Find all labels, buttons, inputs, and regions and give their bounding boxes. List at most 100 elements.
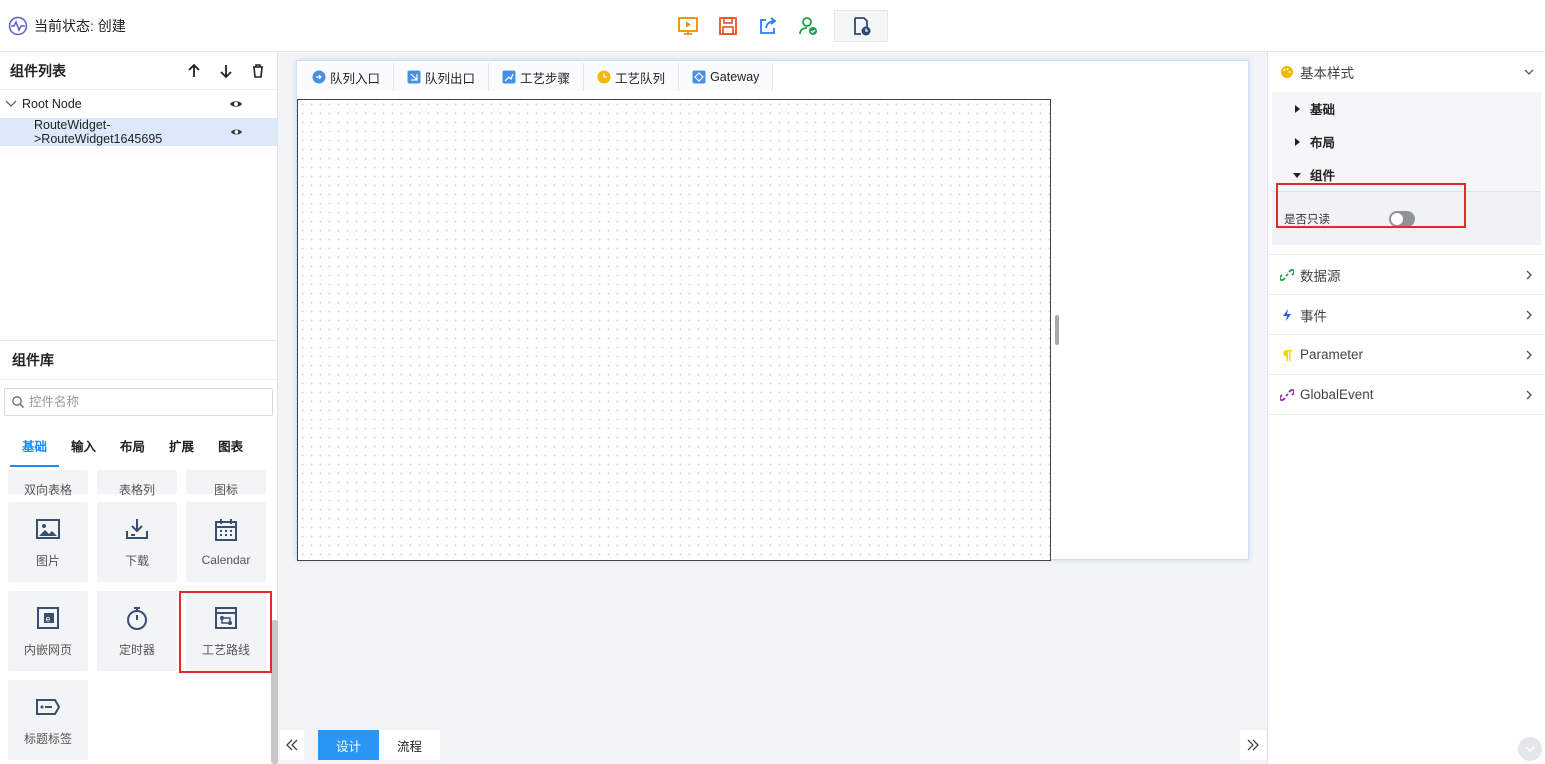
section-label: Parameter [1300, 347, 1364, 362]
collapse-left-button[interactable] [280, 730, 304, 760]
process-step-button[interactable]: 工艺步骤 [489, 63, 585, 91]
card-label: 下载 [124, 553, 149, 568]
trash-icon[interactable] [249, 62, 267, 80]
preview-button[interactable] [668, 10, 708, 42]
save-button[interactable] [708, 10, 748, 42]
section-events[interactable]: 事件 [1268, 295, 1545, 335]
component-card-image[interactable]: 图片 [8, 502, 88, 582]
subsection-label: 组件 [1310, 169, 1336, 183]
card-label: 图标 [213, 483, 238, 497]
process-queue-button[interactable]: 工艺队列 [584, 63, 680, 91]
section-label: GlobalEvent [1300, 387, 1374, 402]
subsection-layout[interactable]: 布局 [1272, 125, 1541, 158]
tree-row-root[interactable]: Root Node [0, 90, 277, 118]
queue-entry-icon [312, 70, 326, 84]
tree-row-route-widget[interactable]: RouteWidget->RouteWidget1645695 [0, 118, 277, 146]
section-parameter[interactable]: Parameter [1268, 335, 1545, 375]
component-list-header: 组件列表 [0, 52, 277, 90]
link-icon [1280, 388, 1294, 401]
eye-icon[interactable] [229, 97, 243, 111]
card-label: 图片 [35, 553, 60, 568]
component-card[interactable]: 表格列 [97, 470, 177, 497]
section-basic-style[interactable]: 基本样式 [1268, 52, 1545, 92]
subsection-label: 基础 [1310, 103, 1336, 117]
double-chevron-right-icon [1247, 739, 1259, 751]
component-card-title-label[interactable]: 标题标签 [8, 680, 88, 760]
card-label: 标题标签 [23, 731, 72, 746]
chevron-down-icon [1525, 746, 1535, 753]
button-label: 工艺队列 [615, 71, 666, 86]
section-label: 基本样式 [1300, 66, 1354, 81]
section-label: 事件 [1300, 308, 1327, 324]
card-label: 定时器 [118, 642, 155, 657]
component-card-timer[interactable]: 定时器 [97, 591, 177, 671]
component-card-calendar[interactable]: Calendar [186, 502, 266, 582]
link-icon [1280, 268, 1294, 281]
component-card-download[interactable]: 下载 [97, 502, 177, 582]
chevron-right-icon [1526, 270, 1532, 279]
component-card[interactable]: 图标 [186, 470, 266, 497]
design-canvas[interactable] [297, 99, 1051, 561]
publish-user-icon [799, 17, 817, 35]
process-step-icon [502, 70, 516, 84]
download-icon [126, 518, 148, 539]
eye-icon[interactable] [230, 125, 243, 139]
export-button[interactable] [748, 10, 788, 42]
button-label: Gateway [710, 70, 760, 84]
export-icon [760, 17, 777, 34]
component-library-title: 组件库 [12, 352, 54, 368]
save-icon [719, 17, 737, 35]
mode-switch: 设计 流程 [318, 730, 440, 760]
component-search [4, 388, 273, 416]
chevron-right-icon [1526, 310, 1532, 319]
highlight-box-route [179, 591, 272, 673]
tab-chart[interactable]: 图表 [206, 432, 255, 467]
chevron-right-icon [1526, 350, 1532, 359]
chevron-down-icon[interactable] [4, 97, 18, 111]
tab-extension[interactable]: 扩展 [157, 432, 206, 467]
subsection-label: 布局 [1310, 136, 1336, 150]
resize-handle[interactable] [1055, 315, 1059, 345]
triangle-right-icon [1295, 137, 1300, 146]
search-icon [12, 396, 24, 408]
queue-exit-icon [407, 70, 421, 84]
tag-icon [36, 698, 61, 715]
double-chevron-left-icon [286, 739, 298, 751]
lightning-icon [1283, 308, 1291, 321]
canvas-toolbar: 队列入口 队列出口 工艺步骤 工艺队列 Gateway [299, 63, 774, 91]
chevron-down-icon [1524, 69, 1534, 75]
component-card-iframe[interactable]: e 内嵌网页 [8, 591, 88, 671]
tree-label: RouteWidget->RouteWidget1645695 [34, 118, 163, 146]
arrow-down-icon[interactable] [217, 62, 235, 80]
mode-design[interactable]: 设计 [318, 730, 379, 760]
triangle-right-icon [1295, 104, 1300, 113]
history-button[interactable] [834, 10, 888, 42]
highlight-box-readonly [1276, 183, 1466, 228]
chevron-right-icon [1526, 390, 1532, 399]
tree-label: Root Node [22, 97, 82, 111]
queue-entry-button[interactable]: 队列入口 [299, 63, 395, 91]
gateway-button[interactable]: Gateway [679, 63, 774, 91]
assistant-button[interactable] [1518, 737, 1542, 761]
publish-user-button[interactable] [788, 10, 828, 42]
stopwatch-icon [127, 606, 147, 630]
tab-layout[interactable]: 布局 [108, 432, 157, 467]
status-text: 当前状态: 创建 [34, 18, 126, 34]
subsection-basic[interactable]: 基础 [1272, 92, 1541, 125]
preview-icon [678, 17, 698, 35]
tab-basic[interactable]: 基础 [10, 432, 60, 467]
component-card[interactable]: 双向表格 [8, 470, 88, 497]
tab-input[interactable]: 输入 [59, 432, 108, 467]
section-global-event[interactable]: GlobalEvent [1268, 375, 1545, 415]
triangle-down-icon [1293, 172, 1301, 178]
library-tabs: 基础 输入 布局 扩展 图表 [10, 432, 255, 467]
library-scrollbar[interactable] [271, 620, 278, 764]
mode-flow[interactable]: 流程 [379, 730, 440, 760]
queue-exit-button[interactable]: 队列出口 [394, 63, 490, 91]
button-label: 工艺步骤 [520, 71, 571, 86]
arrow-up-icon[interactable] [185, 62, 203, 80]
paragraph-icon [1283, 349, 1292, 361]
collapse-right-button[interactable] [1240, 730, 1266, 760]
search-input[interactable] [29, 395, 249, 409]
section-data-source[interactable]: 数据源 [1268, 255, 1545, 295]
